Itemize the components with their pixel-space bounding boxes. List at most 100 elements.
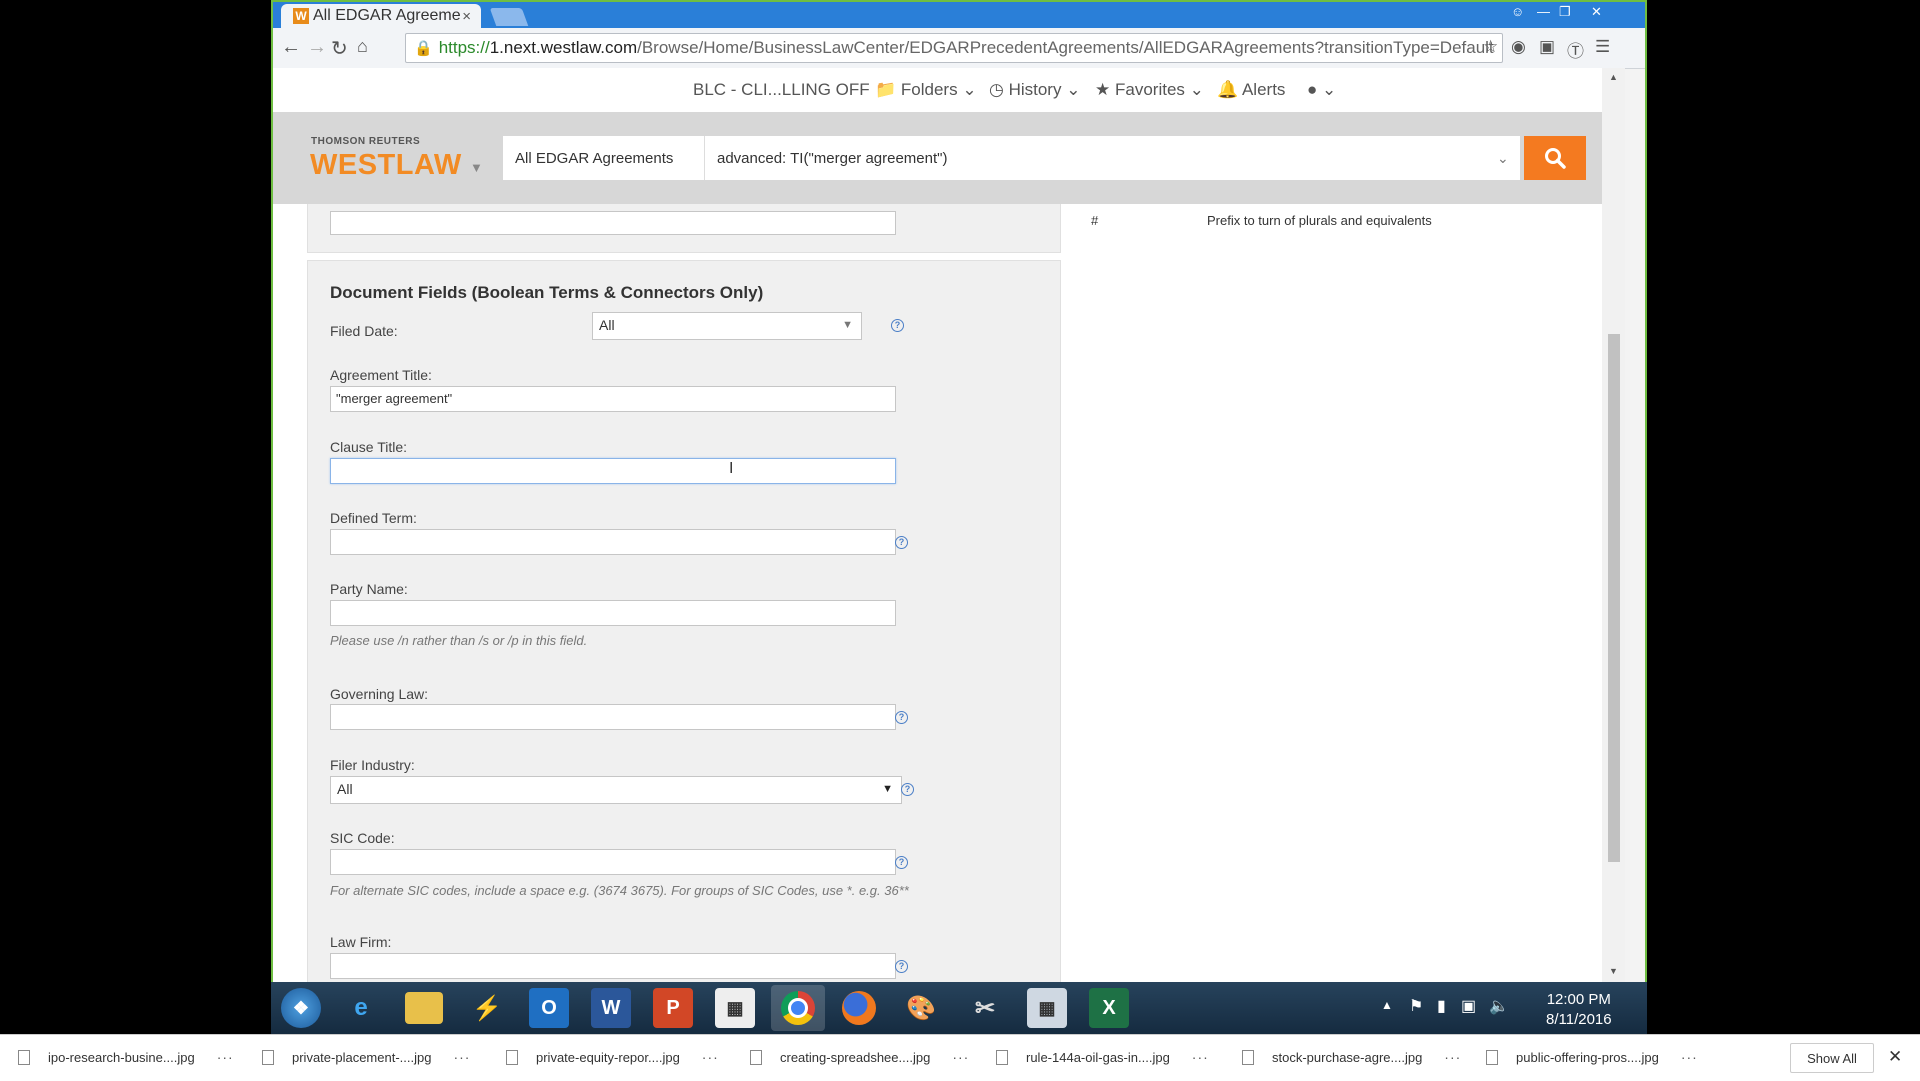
forward-icon[interactable]: → [307, 36, 327, 59]
address-bar[interactable]: 🔒 https:// 1.next.westlaw.com /Browse/Ho… [405, 33, 1503, 63]
firefox-icon[interactable] [839, 988, 879, 1028]
governing-law-input[interactable] [330, 704, 896, 730]
download-item[interactable]: stock-purchase-agre....jpg ··· [1242, 1049, 1461, 1065]
help-icon[interactable]: ? [895, 711, 908, 724]
volume-icon[interactable]: 🔈 [1489, 996, 1509, 1016]
user-menu[interactable]: ● ⌄ [1307, 80, 1336, 100]
word-icon[interactable]: W [591, 988, 631, 1028]
download-item[interactable]: private-equity-repor....jpg ··· [506, 1049, 719, 1065]
history-menu[interactable]: ◷ History ⌄ [989, 80, 1080, 100]
filed-date-select[interactable]: All ▼ [592, 312, 862, 340]
download-filename: creating-spreadshee....jpg [780, 1049, 931, 1065]
taskbar-clock[interactable]: 12:00 PM 8/11/2016 [1546, 990, 1612, 1030]
help-icon[interactable]: ? [895, 856, 908, 869]
tab-close-icon[interactable]: × [462, 8, 471, 25]
more-options-icon[interactable]: ··· [1192, 1049, 1209, 1065]
thomson-reuters-label: THOMSON REUTERS [311, 136, 421, 147]
file-explorer-icon[interactable] [405, 992, 443, 1024]
download-item[interactable]: ipo-research-busine....jpg ··· [18, 1049, 234, 1065]
back-icon[interactable]: ← [281, 36, 301, 59]
star-icon: ★ [1095, 80, 1111, 99]
reload-icon[interactable]: ↻ [331, 36, 348, 61]
folders-menu[interactable]: 📁 Folders ⌄ [875, 80, 977, 100]
user-icon[interactable]: ☺ [1511, 4, 1524, 19]
powerpoint-icon[interactable]: P [653, 988, 693, 1028]
new-tab-button[interactable] [489, 8, 529, 26]
tab-all-edgar-agreements[interactable]: W All EDGAR Agreeme × [281, 4, 481, 28]
file-icon [506, 1049, 518, 1065]
defined-term-input[interactable] [330, 529, 896, 555]
scrollbar-thumb[interactable] [1608, 334, 1620, 862]
window-close-icon[interactable]: ✕ [1591, 4, 1602, 20]
scroll-down-icon[interactable]: ▼ [1609, 966, 1618, 976]
client-id-menu[interactable]: BLC - CLI...LLING OFF ⌄ [693, 80, 889, 100]
paint-icon[interactable]: 🎨 [901, 988, 941, 1028]
tab-strip: W All EDGAR Agreeme × ☺ — ❐ ✕ [273, 2, 1645, 28]
search-button[interactable] [1524, 136, 1586, 180]
bookmark-star-icon[interactable]: ☆ [1483, 37, 1498, 57]
defined-term-label: Defined Term: [330, 510, 417, 526]
internet-explorer-icon[interactable]: e [341, 988, 381, 1028]
action-center-flag-icon[interactable]: ⚑ [1409, 996, 1423, 1016]
restore-icon[interactable]: ❐ [1559, 4, 1571, 20]
download-item[interactable]: public-offering-pros....jpg ··· [1486, 1049, 1698, 1065]
alerts-menu[interactable]: 🔔 Alerts [1217, 80, 1285, 100]
start-button-icon[interactable]: ❖ [281, 988, 321, 1028]
show-all-button[interactable]: Show All [1790, 1043, 1874, 1073]
search-scope[interactable]: All EDGAR Agreements [503, 136, 705, 180]
help-icon[interactable]: ? [895, 960, 908, 973]
battery-icon[interactable]: ▮ [1437, 996, 1446, 1016]
extension-2-icon[interactable]: ▣ [1539, 37, 1555, 57]
folder-icon: 📁 [875, 80, 897, 99]
help-icon[interactable]: ? [891, 319, 904, 332]
help-icon[interactable]: ? [901, 783, 914, 796]
lightning-app-icon[interactable]: ⚡ [467, 988, 507, 1028]
more-options-icon[interactable]: ··· [453, 1049, 470, 1065]
download-filename: stock-purchase-agre....jpg [1272, 1049, 1423, 1065]
search-input[interactable]: advanced: TI("merger agreement") [705, 136, 1520, 180]
download-item[interactable]: private-placement-....jpg ··· [262, 1049, 470, 1065]
home-icon[interactable]: ⌂ [357, 36, 368, 57]
chevron-down-icon: ⌄ [1066, 80, 1081, 99]
extension-icon[interactable]: ◉ [1511, 37, 1526, 57]
connector-symbol: # [1091, 213, 1099, 228]
westlaw-top-nav: BLC - CLI...LLING OFF ⌄ 📁 Folders ⌄ ◷ Hi… [273, 68, 1625, 112]
help-icon[interactable]: ? [895, 536, 908, 549]
download-item[interactable]: rule-144a-oil-gas-in....jpg ··· [996, 1049, 1209, 1065]
scroll-up-icon[interactable]: ▲ [1609, 72, 1618, 82]
calculator-icon[interactable]: ▦ [1027, 988, 1067, 1028]
chevron-down-icon: ⌄ [962, 80, 977, 99]
filer-industry-select[interactable]: All ▼ [330, 776, 902, 804]
downloads-close-icon[interactable]: ✕ [1888, 1047, 1902, 1067]
menu-icon[interactable]: ☰ [1595, 37, 1610, 57]
network-icon[interactable]: ▣ [1461, 996, 1476, 1016]
chrome-icon[interactable] [771, 985, 825, 1031]
search-dropdown-chevron-icon[interactable]: ⌄ [1497, 150, 1509, 167]
more-options-icon[interactable]: ··· [702, 1049, 719, 1065]
favorites-menu[interactable]: ★ Favorites ⌄ [1095, 80, 1204, 100]
browser-window: W All EDGAR Agreeme × ☺ — ❐ ✕ ← → ↻ ⌂ 🔒 … [271, 0, 1647, 982]
minimize-icon[interactable]: — [1537, 4, 1550, 19]
calendar-icon[interactable]: ▦ [715, 988, 755, 1028]
excel-icon[interactable]: X [1089, 988, 1129, 1028]
agreement-title-input[interactable]: "merger agreement" [330, 386, 896, 412]
download-item[interactable]: creating-spreadshee....jpg ··· [750, 1049, 969, 1065]
chevron-down-icon[interactable]: ▼ [470, 160, 483, 175]
sic-code-input[interactable] [330, 849, 896, 875]
outlook-icon[interactable]: O [529, 988, 569, 1028]
snipping-tool-icon[interactable]: ✂ [965, 988, 1005, 1028]
page-scrollbar[interactable]: ▲ ▼ [1602, 68, 1625, 982]
law-firm-input[interactable] [330, 953, 896, 979]
more-options-icon[interactable]: ··· [217, 1049, 234, 1065]
previous-field-input[interactable] [330, 211, 896, 235]
more-options-icon[interactable]: ··· [1444, 1049, 1461, 1065]
extension-3-icon[interactable]: Ⓣ [1567, 37, 1584, 62]
more-options-icon[interactable]: ··· [952, 1049, 969, 1065]
tray-expand-icon[interactable]: ▲ [1381, 998, 1393, 1012]
more-options-icon[interactable]: ··· [1681, 1049, 1698, 1065]
tab-title: All EDGAR Agreeme [313, 7, 461, 24]
download-filename: private-equity-repor....jpg [536, 1049, 680, 1065]
party-name-input[interactable] [330, 600, 896, 626]
westlaw-logo[interactable]: WESTLAW [310, 149, 462, 182]
clause-title-input[interactable] [330, 458, 896, 484]
